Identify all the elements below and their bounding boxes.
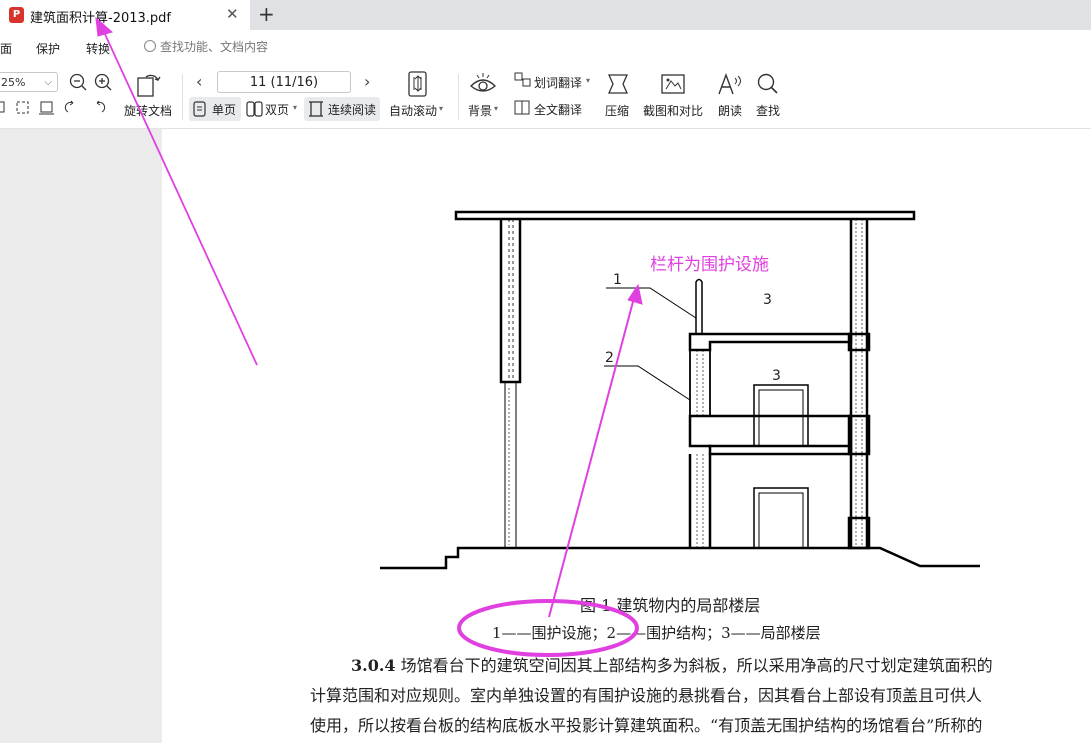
next-page-icon[interactable]: › — [364, 72, 370, 91]
zoom-in-icon[interactable] — [94, 73, 112, 91]
figure-legend: 1——围护设施；2——围护结构；3——局部楼层 — [492, 624, 821, 642]
zoom-select[interactable]: 25% ⌵ — [0, 72, 58, 92]
chevron-down-icon: ⌵ — [44, 77, 52, 88]
find-icon — [757, 73, 778, 94]
rotate-document-label[interactable]: 旋转文档 — [124, 102, 172, 119]
word-translate-button[interactable]: 划词翻译 — [534, 74, 582, 91]
pdf-file-icon: P — [9, 7, 24, 23]
new-tab-button[interactable]: + — [258, 3, 275, 25]
rotate-left-icon[interactable] — [64, 100, 74, 113]
screenshot-compare-button[interactable]: 截图和对比 — [643, 102, 703, 119]
zoom-buttons — [69, 73, 112, 91]
continuous-read-icon — [309, 101, 323, 117]
menu-item-page[interactable]: 面 — [0, 40, 12, 57]
paragraph-line-1-text: 场馆看台下的建筑空间因其上部结构多为斜板，所以采用净高的尺寸划定建筑面积的 — [400, 656, 993, 675]
paragraph-lead-number: 3.0.4 — [351, 656, 396, 675]
select-area-icon[interactable] — [16, 101, 29, 114]
double-page-icon — [246, 101, 263, 117]
previous-page-icon[interactable]: ‹ — [196, 72, 202, 91]
single-page-icon — [193, 101, 206, 117]
double-page-button[interactable]: 双页 — [265, 101, 289, 118]
menu-item-convert[interactable]: 转换 — [86, 40, 110, 57]
zoom-value: 25% — [1, 76, 26, 89]
continuous-read-button[interactable]: 连续阅读 — [328, 101, 376, 118]
screenshot-compare-icon — [661, 74, 685, 94]
paragraph-line-3: 使用，所以按看台板的结构底板水平投影计算建筑面积。“有顶盖无围护结构的场馆看台”… — [310, 716, 983, 735]
figure-label-1: 1 — [613, 272, 622, 288]
menu-bar: 面 保护 转换 查找功能、文档内容 — [0, 30, 1091, 66]
search-icon — [144, 40, 156, 52]
document-tab[interactable]: P 建筑面积计算-2013.pdf ✕ — [0, 0, 250, 30]
word-translate-dropdown-icon[interactable]: ▾ — [586, 76, 590, 85]
compress-icon — [607, 74, 629, 94]
paragraph-line-1: 3.0.4 场馆看台下的建筑空间因其上部结构多为斜板，所以采用净高的尺寸划定建筑… — [351, 652, 993, 676]
double-page-dropdown-icon[interactable]: ▾ — [293, 103, 297, 112]
document-tab-title: 建筑面积计算-2013.pdf — [30, 11, 171, 26]
read-aloud-button[interactable]: 朗读 — [718, 102, 742, 119]
auto-scroll-dropdown-icon[interactable]: ▾ — [439, 104, 443, 113]
single-page-button[interactable]: 单页 — [212, 101, 236, 118]
annotation-railing-note: 栏杆为围护设施 — [650, 255, 769, 275]
background-dropdown-icon[interactable]: ▾ — [494, 104, 498, 113]
background-button[interactable]: 背景 — [468, 102, 492, 119]
rotate-right-icon[interactable] — [96, 100, 106, 113]
feature-search[interactable]: 查找功能、文档内容 — [144, 38, 268, 55]
toolbar-divider — [458, 74, 459, 120]
word-translate-icon — [514, 72, 531, 87]
feature-search-placeholder: 查找功能、文档内容 — [160, 40, 269, 54]
compress-button[interactable]: 压缩 — [605, 102, 629, 119]
close-tab-icon[interactable]: ✕ — [226, 5, 239, 23]
thumbnail-sidebar — [0, 129, 162, 743]
tab-bar: P 建筑面积计算-2013.pdf ✕ + — [0, 0, 1091, 30]
figure-label-3-top: 3 — [763, 292, 772, 308]
figure-label-2: 2 — [605, 350, 614, 366]
auto-scroll-button[interactable]: 自动滚动 — [389, 102, 437, 119]
zoom-out-icon[interactable] — [69, 73, 87, 91]
read-aloud-icon — [718, 72, 741, 95]
fit-page-icon[interactable] — [0, 101, 5, 113]
page-number-input[interactable]: 11 (11/16) — [217, 71, 351, 93]
toolbar: 25% ⌵ 旋转文档 ‹ 11 (11/16) › 单页 双页 ▾ 连续阅读 自… — [0, 66, 1091, 129]
paragraph-line-2: 计算范围和对应规则。室内单独设置的有围护设施的悬挑看台，因其看台上部设有顶盖且可… — [310, 686, 983, 705]
auto-scroll-icon — [408, 71, 427, 97]
pdf-page[interactable]: 1 2 3 3 图 1 建筑物内的局部楼层 1——围护设施；2——围护结构；3—… — [162, 129, 1091, 743]
full-translate-button[interactable]: 全文翻译 — [534, 101, 582, 118]
background-eye-icon — [470, 73, 496, 92]
view-tool-icons — [0, 100, 106, 115]
figure-label-3-mid: 3 — [772, 368, 781, 384]
menu-item-protect[interactable]: 保护 — [36, 40, 60, 57]
figure-title: 图 1 建筑物内的局部楼层 — [580, 596, 761, 615]
building-section-figure: 1 2 3 3 — [380, 210, 980, 570]
find-button[interactable]: 查找 — [756, 102, 780, 119]
fit-width-icon[interactable] — [39, 101, 54, 115]
toolbar-divider — [182, 74, 183, 120]
rotate-document-icon[interactable] — [136, 72, 162, 98]
full-translate-icon — [514, 100, 530, 115]
